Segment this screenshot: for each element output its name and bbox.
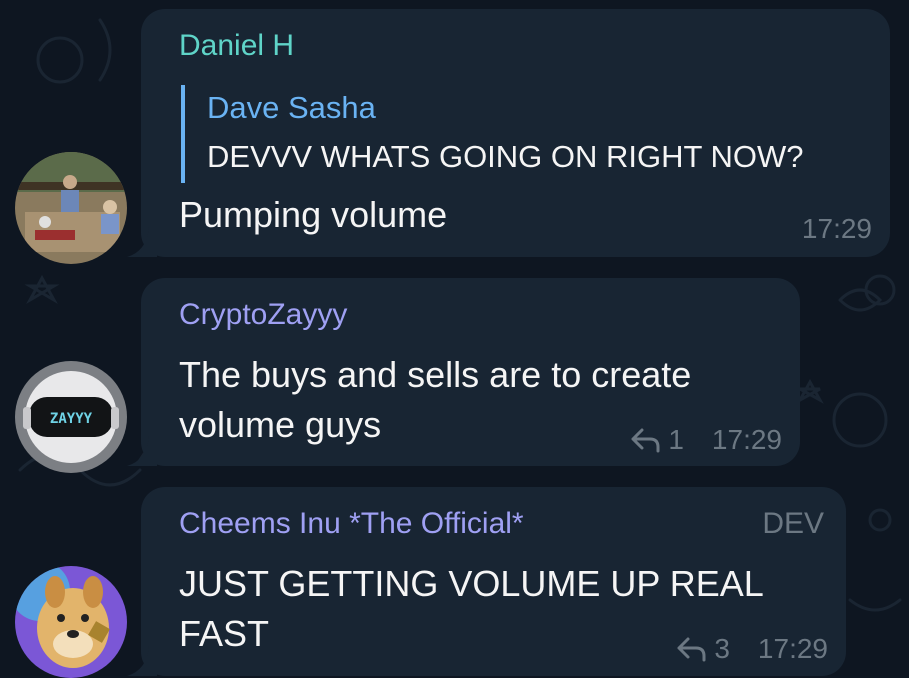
photo-avatar-image: [15, 152, 127, 264]
reply-count[interactable]: 3: [714, 633, 730, 665]
reply-quote[interactable]: Dave Sasha DEVVV WHATS GOING ON RIGHT NO…: [181, 85, 804, 183]
reply-arrow-icon[interactable]: [630, 427, 660, 453]
avatar-cheems-inu[interactable]: [15, 566, 127, 678]
bubble-tail: [127, 227, 157, 257]
sender-name[interactable]: Cheems Inu *The Official*: [179, 507, 524, 541]
bubble-tail: [127, 646, 157, 676]
message-meta: 1 17:29: [630, 424, 782, 456]
dev-badge: DEV: [762, 507, 824, 540]
message-text: Pumping volume: [179, 190, 447, 240]
message-meta: 17:29: [802, 213, 872, 245]
message-bubble[interactable]: CryptoZayyy The buys and sells are to cr…: [127, 278, 800, 466]
message-line: Pumping volume: [179, 194, 448, 235]
sender-name[interactable]: CryptoZayyy: [179, 298, 347, 332]
quote-sender-name: Dave Sasha: [207, 90, 376, 125]
avatar-cryptozayyy[interactable]: ZAYYY: [15, 361, 127, 473]
message-line: The buys and sells are to create: [179, 354, 692, 395]
quote-text: DEVVV WHATS GOING ON RIGHT NOW?: [207, 139, 804, 174]
message-bubble[interactable]: Daniel H Dave Sasha DEVVV WHATS GOING ON…: [127, 9, 890, 257]
message-time: 17:29: [757, 633, 828, 664]
sender-name[interactable]: Daniel H: [179, 29, 294, 63]
message-meta: 3 17:29: [676, 633, 828, 665]
message-time: 17:29: [711, 424, 782, 455]
message-line: JUST GETTING VOLUME UP REAL: [179, 563, 764, 604]
avatar-daniel-h[interactable]: [15, 152, 127, 264]
doge-avatar-image: [15, 566, 127, 678]
reply-arrow-icon[interactable]: [676, 636, 706, 662]
bubble-tail: [127, 436, 157, 466]
message-time: 17:29: [801, 213, 872, 244]
message-bubble[interactable]: Cheems Inu *The Official* DEV JUST GETTI…: [127, 487, 846, 676]
astronaut-avatar-image: ZAYYY: [15, 361, 127, 473]
avatar-visor-text: ZAYYY: [50, 411, 93, 427]
message-text: The buys and sells are to create volume …: [179, 350, 691, 450]
reply-count[interactable]: 1: [668, 424, 684, 456]
message-line: volume guys: [179, 404, 382, 445]
